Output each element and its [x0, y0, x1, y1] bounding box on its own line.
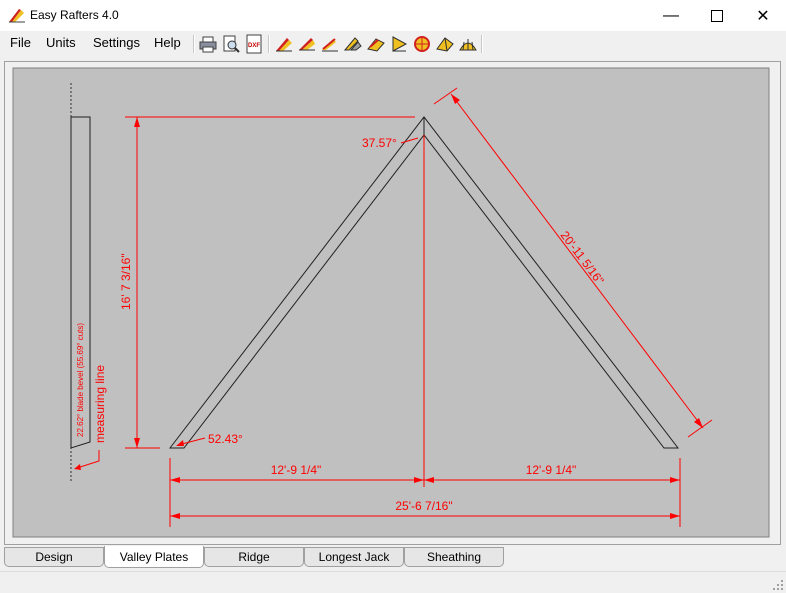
- peak-angle-label: 37.57°: [362, 136, 397, 150]
- tab-design[interactable]: Design: [4, 547, 104, 567]
- tab-ridge[interactable]: Ridge: [204, 547, 304, 567]
- tab-sheathing[interactable]: Sheathing: [404, 547, 504, 567]
- base-angle-label: 52.43°: [208, 432, 243, 446]
- total-dimension-label: 25'-6 7/16": [395, 499, 452, 513]
- right-half-dimension-label: 12'-9 1/4": [526, 463, 577, 477]
- tab-longest-jack[interactable]: Longest Jack: [304, 547, 404, 567]
- measuring-line-label: measuring line: [93, 365, 107, 443]
- height-dimension-label: 16' 7 3/16": [119, 253, 133, 310]
- resize-grip-icon[interactable]: [773, 580, 783, 590]
- tab-valley-plates[interactable]: Valley Plates: [104, 546, 204, 568]
- tab-label: Ridge: [238, 550, 270, 564]
- drawing-canvas[interactable]: 22.62° blade bevel (55.69° cuts) measuri…: [0, 0, 786, 545]
- status-bar: [0, 571, 786, 593]
- left-half-dimension-label: 12'-9 1/4": [271, 463, 322, 477]
- tab-label: Design: [35, 550, 73, 564]
- tab-label: Longest Jack: [318, 550, 390, 564]
- tab-label: Sheathing: [426, 550, 482, 564]
- tab-label: Valley Plates: [119, 549, 189, 564]
- plate-annotation: 22.62° blade bevel (55.69° cuts): [76, 323, 85, 437]
